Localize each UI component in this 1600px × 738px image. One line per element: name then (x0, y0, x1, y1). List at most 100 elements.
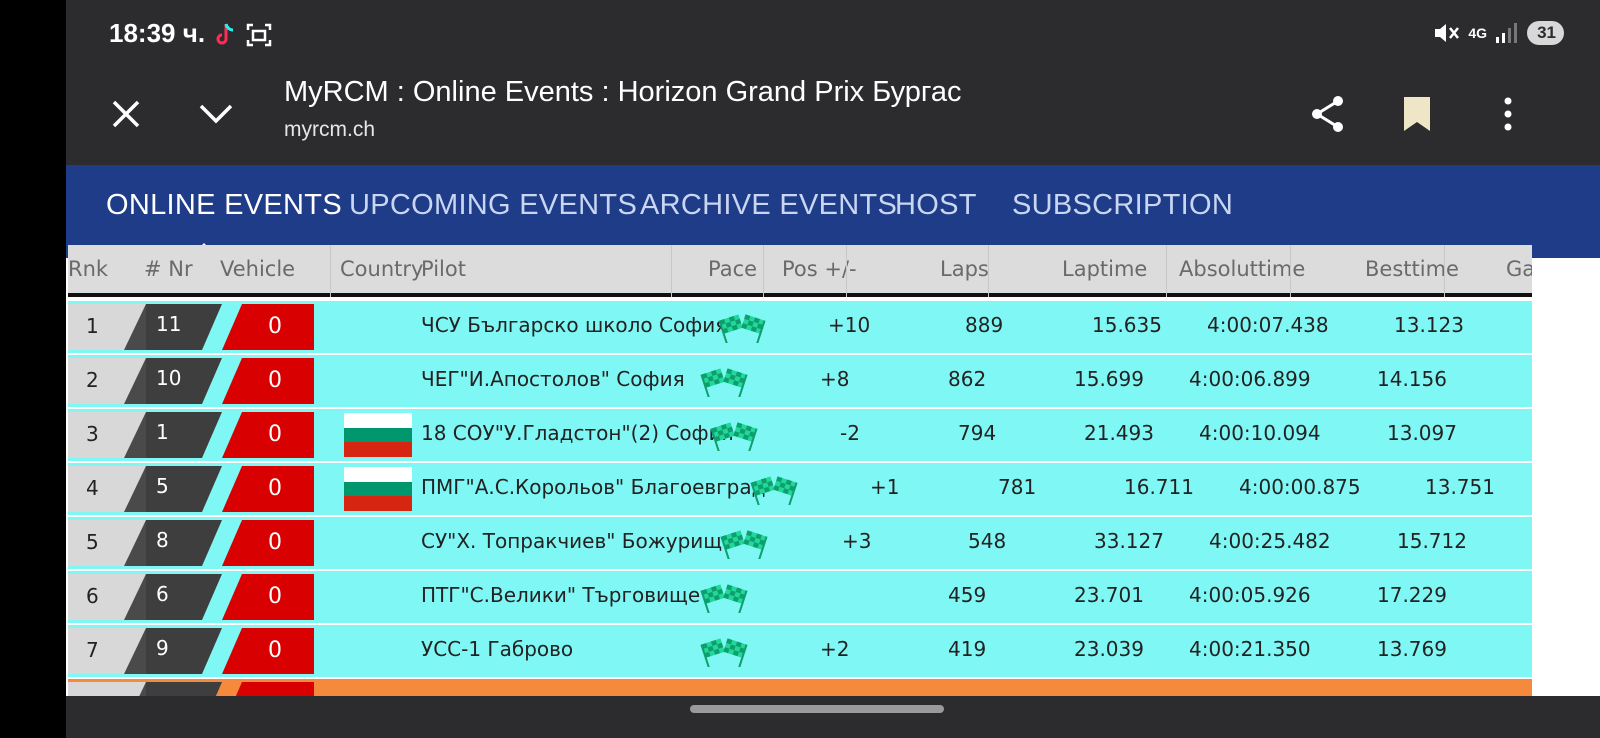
table-row[interactable]: 4 5 0 ПМГ"А.С.Корольов" Благоевград +1 7… (68, 463, 1532, 515)
header-vehicle[interactable]: Vehicle (220, 257, 295, 281)
number-cell: 1 (146, 412, 202, 458)
vehicle-cell: 0 (242, 304, 314, 350)
absolute-time-value: 4:00:21.350 (1189, 637, 1311, 661)
bulgaria-flag-icon (344, 413, 412, 457)
header-gap[interactable]: Ga (1506, 257, 1532, 281)
number-divider (202, 520, 222, 566)
pilot-name[interactable]: ЧЕГ"И.Апостолов" София (421, 367, 685, 391)
header-rnk[interactable]: Rnk (68, 257, 108, 281)
share-button[interactable] (1300, 86, 1356, 142)
absolute-time-value: 4:00:07.438 (1207, 313, 1329, 337)
laps-value: 794 (958, 421, 997, 445)
header-separator (988, 245, 989, 297)
header-separator (330, 245, 331, 297)
laptime-value: 21.493 (1084, 421, 1154, 445)
number-divider (202, 628, 222, 674)
nav-online-events[interactable]: ONLINE EVENTS (106, 189, 342, 222)
number-cell: 6 (146, 574, 202, 620)
header-nr[interactable]: # Nr (144, 257, 193, 281)
tiktok-icon (216, 23, 234, 45)
share-icon (1312, 96, 1343, 132)
vehicle-value: 0 (268, 584, 282, 609)
position-change: +10 (828, 313, 871, 337)
screen-record-icon (246, 23, 272, 47)
table-row[interactable]: 5 8 0 СУ"Х. Топракчиев" Божурище +3 548 … (68, 517, 1532, 569)
vehicle-divider (222, 304, 242, 350)
browser-toolbar: MyRCM : Online Events : Horizon Grand Pr… (66, 70, 1600, 165)
checkered-flag-icon (710, 422, 758, 451)
more-button[interactable] (1480, 86, 1536, 142)
best-time-value: 14.156 (1377, 367, 1447, 391)
position-change: +3 (842, 529, 872, 553)
vehicle-cell: 0 (242, 412, 314, 458)
nav-host[interactable]: HOST (895, 189, 977, 222)
page-title[interactable]: MyRCM : Online Events : Horizon Grand Pr… (284, 76, 962, 109)
best-time-value: 13.751 (1425, 475, 1495, 499)
bookmark-button[interactable] (1389, 86, 1445, 142)
table-row[interactable]: 2 10 0 ЧЕГ"И.Апостолов" София +8 862 15.… (68, 355, 1532, 407)
table-row[interactable]: 7 9 0 УСС-1 Габрово +2 419 23.039 4:00:2… (68, 625, 1532, 677)
pilot-name[interactable]: ЧСУ Българско школо София (421, 313, 727, 337)
nav-archive-events[interactable]: ARCHIVE EVENTS (640, 189, 897, 222)
rank-divider (124, 574, 146, 620)
number-value: 11 (156, 312, 182, 336)
table-row[interactable]: 6 6 0 ПТГ"С.Велики" Търговище 459 23.701… (68, 571, 1532, 623)
battery-icon: 31 (1527, 21, 1564, 45)
pilot-name[interactable]: СУ"Х. Топракчиев" Божурище (421, 529, 734, 553)
vehicle-value: 0 (268, 314, 282, 339)
collapse-button[interactable] (188, 86, 244, 142)
rank-value: 1 (86, 314, 99, 338)
laptime-value: 16.711 (1124, 475, 1194, 499)
absolute-time-value: 4:00:10.094 (1199, 421, 1321, 445)
header-laptime[interactable]: Laptime (1062, 257, 1147, 281)
laps-value: 459 (948, 583, 987, 607)
page-url[interactable]: myrcm.ch (284, 118, 375, 142)
pilot-name[interactable]: 18 СОУ"У.Гладстон"(2) София (421, 421, 734, 445)
header-separator (1166, 245, 1167, 297)
table-row[interactable]: 3 1 0 18 СОУ"У.Гладстон"(2) София -2 794… (68, 409, 1532, 461)
pilot-name[interactable]: ПТГ"С.Велики" Търговище (421, 583, 700, 607)
rank-value: 6 (86, 584, 99, 608)
best-time-value: 15.712 (1397, 529, 1467, 553)
checkered-flag-icon (718, 314, 766, 343)
header-pilot[interactable]: Pilot (421, 257, 466, 281)
rank-divider (124, 466, 146, 512)
position-change: -2 (840, 421, 860, 445)
status-right: 4G 31 (1432, 20, 1564, 46)
best-time-value: 13.769 (1377, 637, 1447, 661)
network-type: 4G (1468, 25, 1488, 41)
vehicle-divider (222, 358, 242, 404)
number-value: 5 (156, 474, 169, 498)
home-indicator[interactable] (690, 705, 944, 713)
number-cell: 10 (146, 358, 202, 404)
close-button[interactable] (98, 86, 154, 142)
number-cell: 11 (146, 304, 202, 350)
laps-value: 781 (998, 475, 1037, 499)
header-country[interactable]: Country (340, 257, 423, 281)
bulgaria-flag-icon (344, 467, 412, 511)
rank-divider (124, 412, 146, 458)
absolute-time-value: 4:00:00.875 (1239, 475, 1361, 499)
header-laps[interactable]: Laps (940, 257, 989, 281)
pilot-name[interactable]: УСС-1 Габрово (421, 637, 573, 661)
vehicle-divider (222, 466, 242, 512)
nav-upcoming-events[interactable]: UPCOMING EVENTS (349, 189, 637, 222)
chevron-down-icon (199, 104, 233, 124)
laptime-value: 15.699 (1074, 367, 1144, 391)
number-cell: 5 (146, 466, 202, 512)
header-separator (1290, 245, 1291, 297)
vehicle-divider (222, 412, 242, 458)
header-absoluttime[interactable]: Absoluttime (1179, 257, 1305, 281)
laptime-value: 33.127 (1094, 529, 1164, 553)
checkered-flag-icon (720, 530, 768, 559)
vehicle-cell: 0 (242, 358, 314, 404)
header-pace[interactable]: Pace (708, 257, 757, 281)
table-header: Rnk # Nr Vehicle Country Pilot Pace Pos … (68, 245, 1532, 297)
checkered-flag-icon (700, 638, 748, 667)
table-row[interactable]: 1 11 0 ЧСУ Българско школо София +10 889… (68, 301, 1532, 353)
rank-value: 2 (86, 368, 99, 392)
pilot-name[interactable]: ПМГ"А.С.Корольов" Благоевград (421, 475, 765, 499)
nav-subscription[interactable]: SUBSCRIPTION (1012, 189, 1233, 222)
rank-value: 3 (86, 422, 99, 446)
phone-screen: 18:39 ч. 4G 31 MyRCM: Online Events: H… (66, 0, 1600, 738)
